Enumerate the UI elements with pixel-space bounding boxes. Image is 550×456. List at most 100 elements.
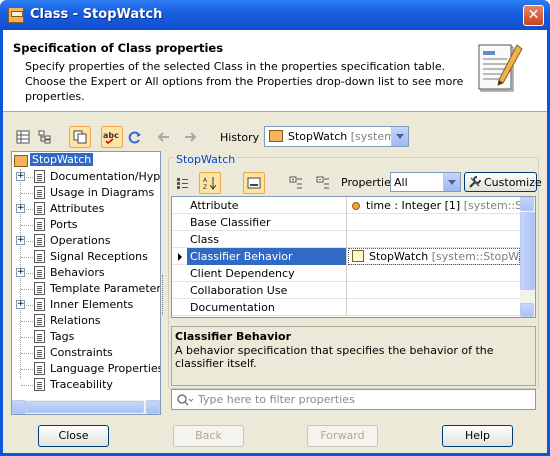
class-icon	[8, 7, 24, 23]
title-bar: Class - StopWatch ✕	[0, 0, 550, 30]
properties-value: All	[394, 176, 408, 189]
filter-field[interactable]	[171, 389, 536, 410]
document-icon	[34, 298, 45, 311]
customize-button[interactable]: Customize	[464, 172, 542, 192]
tree-item[interactable]: + Behaviors	[12, 265, 160, 281]
class-icon	[14, 155, 28, 167]
expand-icon[interactable]: +	[16, 204, 25, 213]
tree-item-label: Signal Receptions	[50, 250, 148, 263]
panel-splitter[interactable]	[162, 275, 165, 315]
copy-icon[interactable]	[69, 126, 91, 148]
collapse-all-icon[interactable]	[312, 172, 334, 194]
value-text: StopWatch	[369, 250, 429, 263]
tree-item-label: Tags	[50, 330, 75, 343]
tree-item[interactable]: + Attributes	[12, 201, 160, 217]
back-arrow-icon[interactable]	[153, 126, 175, 148]
document-icon	[34, 250, 45, 263]
header-title: Specification of Class properties	[13, 41, 224, 55]
help-button[interactable]: Help	[442, 425, 513, 447]
value-scope: [system::StopW...	[428, 250, 520, 263]
svg-text:Z: Z	[203, 184, 207, 190]
tree-horizontal-scrollbar[interactable]	[12, 400, 160, 414]
expand-icon[interactable]: +	[16, 172, 25, 181]
table-row[interactable]: Class	[172, 231, 522, 248]
scrollbar-thumb[interactable]	[26, 401, 144, 413]
tree-item-label: Template Parameters	[50, 282, 161, 295]
svg-text:A: A	[203, 177, 208, 184]
tree-item[interactable]: + Operations	[12, 233, 160, 249]
tree-view-icon[interactable]	[34, 126, 56, 148]
tree-item-label: Traceability	[50, 378, 113, 391]
document-icon	[34, 378, 45, 391]
tree-item[interactable]: Ports	[12, 217, 160, 233]
forward-button[interactable]: Forward	[307, 425, 378, 447]
description-toggle-icon[interactable]	[243, 172, 265, 194]
tree-item[interactable]: Tags	[12, 329, 160, 345]
table-row[interactable]: Client Dependency	[172, 265, 522, 282]
tree-item-label: Ports	[50, 218, 78, 231]
property-value[interactable]: StopWatch [system::StopW...	[352, 250, 520, 263]
specification-icon	[478, 44, 523, 92]
scroll-left-icon[interactable]	[12, 400, 26, 414]
tree-item-label: Inner Elements	[50, 298, 134, 311]
dialog-header: Specification of Class properties Specif…	[3, 30, 547, 112]
close-button[interactable]: Close	[38, 425, 109, 447]
tree-item[interactable]: Language Properties	[12, 361, 160, 377]
expand-all-icon[interactable]	[285, 172, 307, 194]
chevron-down-icon[interactable]	[443, 173, 460, 191]
property-value[interactable]: time : Integer [1] [system::StopWatch]	[352, 199, 520, 212]
table-vertical-scrollbar[interactable]	[520, 197, 535, 317]
scroll-right-icon[interactable]	[146, 400, 160, 414]
expand-icon[interactable]: +	[16, 300, 25, 309]
table-view-icon[interactable]	[12, 126, 34, 148]
spell-check-icon[interactable]: abc	[101, 126, 123, 148]
tree-item[interactable]: + Documentation/Hyperl	[12, 169, 160, 185]
tree-item[interactable]: Signal Receptions	[12, 249, 160, 265]
property-name: Attribute	[190, 199, 239, 212]
tree-item-label: Behaviors	[50, 266, 105, 279]
chevron-down-icon[interactable]	[391, 127, 408, 146]
back-button[interactable]: Back	[173, 425, 244, 447]
tree-item[interactable]: + Inner Elements	[12, 297, 160, 313]
table-row[interactable]: Collaboration Use	[172, 282, 522, 299]
categorized-view-icon[interactable]	[171, 172, 193, 194]
document-icon	[34, 346, 45, 359]
expand-icon[interactable]: +	[16, 268, 25, 277]
sort-alphabetical-icon[interactable]: AZ	[199, 172, 221, 194]
specification-tree[interactable]: StopWatch + Documentation/Hyperl Usage in …	[11, 151, 161, 415]
scrollbar-thumb[interactable]	[520, 212, 535, 290]
forward-arrow-icon[interactable]	[179, 126, 201, 148]
tree-item-label: Language Properties	[50, 362, 161, 375]
svg-text:abc: abc	[103, 131, 119, 140]
table-row[interactable]: Attribute time : Integer [1] [system::Sto…	[172, 197, 522, 214]
tree-item[interactable]: Template Parameters	[12, 281, 160, 297]
close-window-button[interactable]: ✕	[523, 5, 544, 26]
document-icon	[34, 362, 45, 375]
tree-item[interactable]: Traceability	[12, 377, 160, 393]
properties-dropdown[interactable]: All	[390, 172, 461, 192]
document-icon	[34, 266, 45, 279]
dialog-window: Class - StopWatch ✕ Specification of Cla…	[0, 0, 550, 456]
class-icon	[269, 130, 283, 142]
navigation-toolbar: abc History : StopWatch [system]	[3, 126, 547, 150]
table-row[interactable]: Base Classifier	[172, 214, 522, 231]
table-row[interactable]: Classifier Behavior StopWatch [system::St…	[172, 248, 522, 265]
tree-item[interactable]: Constraints	[12, 345, 160, 361]
tree-item[interactable]: Usage in Diagrams	[12, 185, 160, 201]
tree-item[interactable]: Relations	[12, 313, 160, 329]
scroll-down-icon[interactable]	[520, 303, 534, 317]
scroll-up-icon[interactable]	[520, 197, 534, 211]
filter-input[interactable]	[198, 392, 528, 407]
header-description: Specify properties of the selected Class…	[25, 60, 464, 103]
refresh-icon[interactable]	[124, 126, 146, 148]
property-name: Base Classifier	[190, 216, 271, 229]
property-name: Collaboration Use	[190, 284, 288, 297]
document-icon	[34, 282, 45, 295]
expand-icon[interactable]: +	[16, 236, 25, 245]
tree-item-label: Constraints	[50, 346, 113, 359]
tree-item-label: Usage in Diagrams	[50, 186, 155, 199]
value-scope: [system::StopWatch]	[463, 199, 520, 212]
table-row[interactable]: Documentation	[172, 299, 522, 316]
history-dropdown[interactable]: StopWatch [system]	[264, 126, 409, 147]
properties-table[interactable]: Attribute time : Integer [1] [system::Sto…	[171, 196, 536, 318]
